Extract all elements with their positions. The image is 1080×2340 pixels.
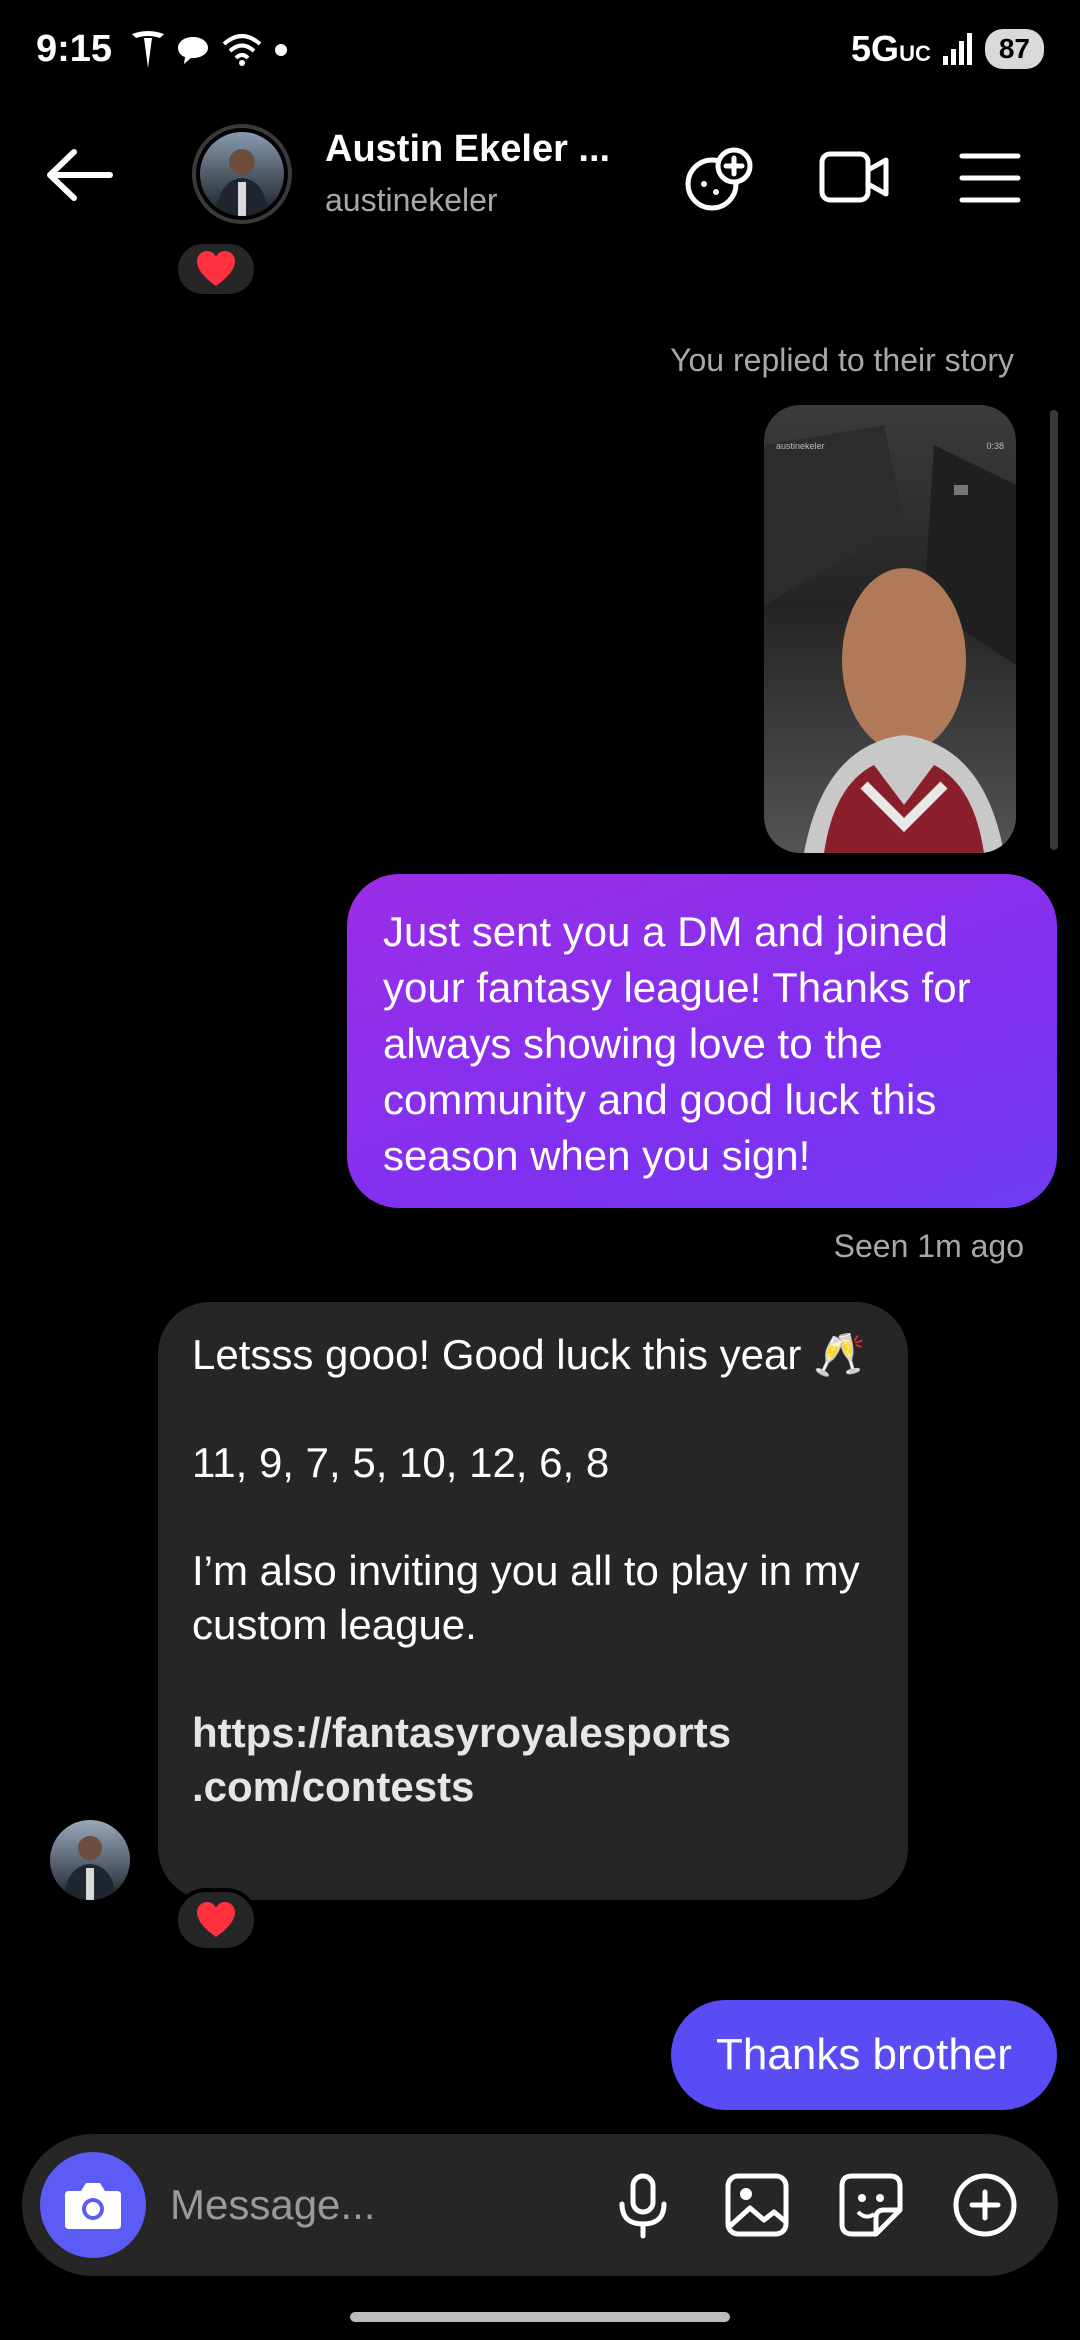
status-time: 9:15: [36, 28, 113, 70]
camera-button[interactable]: [40, 2152, 146, 2258]
sent-message-bubble-2[interactable]: Thanks brother: [671, 2000, 1057, 2110]
contest-link[interactable]: https://fantasyroyalesports .com/contest…: [192, 1706, 874, 1814]
sent-message-bubble[interactable]: Just sent you a DM and joined your fanta…: [347, 874, 1057, 1208]
status-notification-icons: [130, 30, 288, 70]
back-arrow-icon[interactable]: [40, 140, 120, 210]
status-bar: 9:15 5GUC 87: [0, 0, 1080, 100]
received-message-bubble[interactable]: Letsss gooo! Good luck this year 🥂 11, 9…: [158, 1302, 908, 1900]
network-subtype: UC: [899, 41, 931, 66]
status-right: 5GUC 87: [851, 28, 1044, 70]
dot-icon: [275, 44, 287, 56]
received-line-2: 11, 9, 7, 5, 10, 12, 6, 8: [192, 1439, 610, 1486]
story-face-image: [764, 425, 1016, 853]
story-reply-label: You replied to their story: [670, 342, 1014, 378]
chat-bubble-icon: [178, 37, 208, 64]
battery-indicator: 87: [984, 29, 1044, 69]
received-line-3: I’m also inviting you all to play in my …: [192, 1547, 860, 1648]
camera-icon: [65, 2183, 121, 2229]
tesla-icon: [132, 31, 164, 68]
message-composer: [22, 2134, 1058, 2276]
header-avatar[interactable]: [192, 124, 292, 224]
sender-avatar[interactable]: [50, 1820, 130, 1900]
message-input[interactable]: [170, 2172, 590, 2238]
menu-icon[interactable]: [952, 140, 1028, 216]
story-thumbnail[interactable]: austinekeler 0:38: [764, 405, 1016, 853]
activity-add-icon[interactable]: [682, 140, 758, 216]
contact-name[interactable]: Austin Ekeler ...: [325, 128, 610, 171]
contact-handle[interactable]: austinekeler: [325, 182, 498, 219]
video-call-icon[interactable]: [816, 140, 892, 216]
avatar-photo: [200, 132, 284, 216]
plus-circle-icon[interactable]: [948, 2168, 1022, 2242]
received-line-1: Letsss gooo! Good luck this year 🥂: [192, 1331, 866, 1378]
heart-reaction-icon: [197, 1902, 235, 1937]
dm-screen: 9:15 5GUC 87 Austin Ekeler ... austineke…: [0, 0, 1080, 2340]
heart-reaction-icon: [197, 251, 235, 286]
home-indicator[interactable]: [350, 2312, 730, 2322]
gallery-icon[interactable]: [720, 2168, 794, 2242]
sticker-icon[interactable]: [834, 2168, 908, 2242]
signal-icon: [942, 33, 972, 65]
chat-header: Austin Ekeler ... austinekeler: [0, 110, 1080, 240]
network-type: 5G: [851, 28, 900, 69]
scroll-indicator[interactable]: [1050, 410, 1058, 850]
sent-message-2-text: Thanks brother: [716, 2030, 1012, 2079]
seen-status: Seen 1m ago: [833, 1228, 1024, 1264]
wifi-icon: [222, 34, 262, 66]
reaction-chip[interactable]: [174, 1888, 258, 1952]
story-thumb-time: 0:38: [986, 441, 1004, 451]
network-label: 5GUC: [851, 28, 931, 70]
story-thumb-user: austinekeler: [776, 441, 825, 451]
reaction-chip-top[interactable]: [174, 240, 258, 298]
microphone-icon[interactable]: [606, 2168, 680, 2242]
